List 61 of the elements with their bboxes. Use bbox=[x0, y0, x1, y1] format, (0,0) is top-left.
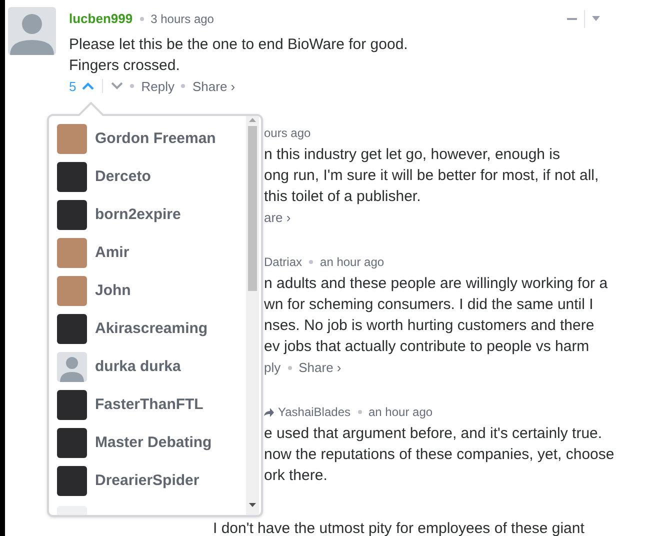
photo-placeholder bbox=[57, 162, 87, 192]
separator-dot-icon bbox=[130, 84, 134, 88]
voter-name[interactable]: durka durka bbox=[95, 356, 181, 378]
voter-name[interactable]: Derceto bbox=[95, 166, 151, 188]
comment-text: nses. No job is worth hurting customers and there bbox=[264, 316, 596, 336]
username-link[interactable]: YashaiBlades bbox=[278, 403, 350, 421]
action-link[interactable]: are › bbox=[264, 208, 291, 228]
separator-dot-icon bbox=[181, 84, 186, 88]
action-link[interactable]: Reply bbox=[141, 76, 174, 96]
voter-name[interactable]: FasterThanFTL bbox=[95, 394, 204, 416]
action-link[interactable]: ply bbox=[264, 358, 281, 378]
comment-text: ong run, I'm sure it will be better for most, if not all, bbox=[264, 166, 600, 186]
comment-text: ev jobs that actually contribute to people vs harm bbox=[264, 337, 590, 357]
downvote-icon[interactable] bbox=[111, 82, 124, 90]
separator-dot-icon bbox=[358, 410, 362, 414]
comment-text: n adults and these people are willingly working for a bbox=[264, 274, 609, 294]
upvote-icon[interactable] bbox=[82, 82, 94, 90]
separator-dot-icon bbox=[309, 260, 314, 264]
comment-text: I don't have the utmost pity for employees of these giant bbox=[213, 519, 586, 536]
voter-name[interactable]: Gordon Freeman bbox=[95, 128, 216, 150]
comment-text: Fingers crossed. bbox=[69, 56, 181, 76]
comment-text: wn for scheming consumers. I did the same until I bbox=[264, 295, 594, 315]
avatar-placeholder bbox=[57, 238, 87, 268]
comment-text: this toilet of a publisher. bbox=[264, 187, 422, 207]
photo-placeholder bbox=[57, 200, 87, 230]
username-link[interactable]: Datriax bbox=[264, 253, 302, 271]
voter-name[interactable]: John bbox=[95, 280, 131, 302]
comment-text: Please let this be the one to end BioWare for good. bbox=[69, 34, 409, 54]
username-link[interactable]: lucben999 bbox=[69, 9, 133, 28]
voter-name[interactable]: Akirascreaming bbox=[95, 318, 208, 340]
separator-dot-icon bbox=[140, 16, 144, 21]
photo-placeholder bbox=[57, 428, 87, 458]
timestamp[interactable]: 3 hours ago bbox=[150, 10, 214, 28]
avatar-placeholder bbox=[57, 276, 87, 306]
scrollbar-thumb[interactable] bbox=[248, 126, 257, 291]
default-avatar-icon bbox=[57, 352, 87, 382]
default-avatar-icon bbox=[8, 7, 56, 55]
comment-text: e used that argument before, and it's certainly true. bbox=[264, 424, 604, 444]
voter-name[interactable]: DrearierSpider bbox=[95, 470, 200, 492]
timestamp[interactable]: an hour ago bbox=[368, 403, 433, 421]
comment-text: n this industry get let go, however, enough is bbox=[264, 145, 562, 165]
collapse-icon[interactable] bbox=[567, 18, 577, 20]
timestamp[interactable]: an hour ago bbox=[320, 253, 384, 271]
action-link[interactable]: Share › bbox=[192, 76, 236, 96]
comment-text: ork there. bbox=[264, 466, 328, 486]
photo-placeholder bbox=[57, 314, 87, 344]
photo-placeholder bbox=[57, 466, 87, 496]
timestamp[interactable]: ours ago bbox=[264, 124, 311, 142]
comment-text: now the reputations of these companies, yet, choose bbox=[264, 445, 616, 465]
avatar-placeholder bbox=[57, 124, 87, 154]
dropdown-caret-icon[interactable] bbox=[592, 16, 600, 22]
action-link[interactable]: Share › bbox=[298, 358, 342, 378]
scrollbar[interactable] bbox=[246, 116, 259, 515]
voter-name[interactable]: born2expire bbox=[95, 204, 181, 226]
scroll-up-icon[interactable] bbox=[249, 118, 256, 122]
vote-count: 5 bbox=[69, 78, 76, 96]
photo-placeholder bbox=[57, 390, 87, 420]
scroll-down-icon[interactable] bbox=[249, 503, 256, 507]
separator-dot-icon bbox=[288, 366, 292, 370]
voter-name[interactable]: Master Debating bbox=[95, 432, 212, 454]
voter-name[interactable]: Amir bbox=[95, 242, 130, 264]
